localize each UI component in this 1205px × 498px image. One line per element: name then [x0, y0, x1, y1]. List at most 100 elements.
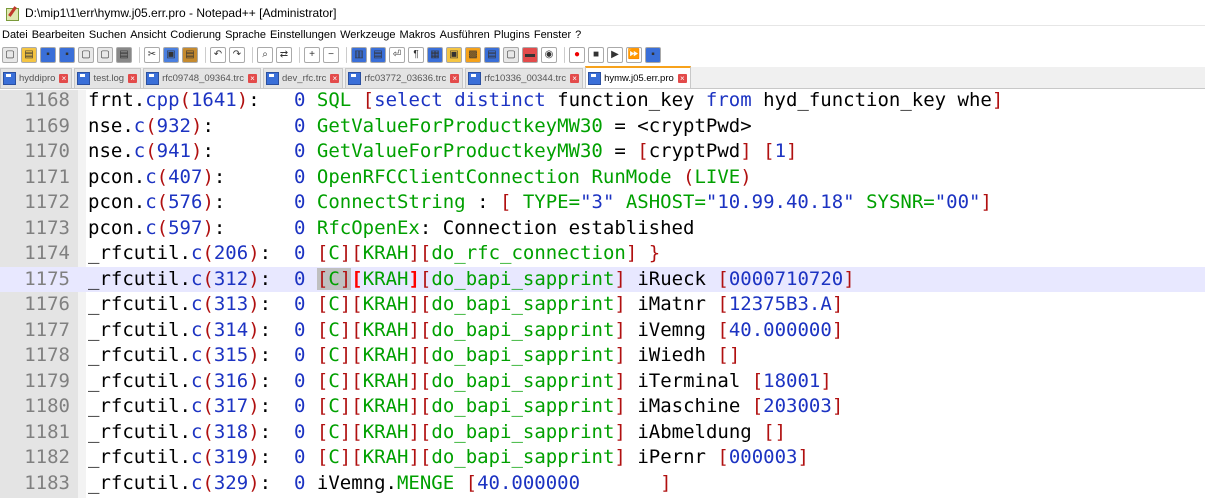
menu-item-8[interactable]: Makros [400, 29, 436, 41]
line-number: 1180 [24, 395, 70, 417]
save-macro-icon[interactable]: ▪ [645, 47, 661, 63]
menu-item-10[interactable]: Plugins [494, 29, 530, 41]
tab-bar: hyddipro × test.log × rfc09748_09364.trc × dev… [0, 66, 1205, 89]
close-icon[interactable]: ▢ [78, 47, 94, 63]
menu-item-0[interactable]: Datei [2, 29, 28, 41]
stop-icon[interactable]: ■ [588, 47, 604, 63]
menu-item-1[interactable]: Bearbeiten [32, 29, 85, 41]
toolbar-separator [252, 47, 253, 63]
replace-icon[interactable]: ⇄ [276, 47, 292, 63]
find-icon[interactable]: ⌕ [257, 47, 273, 63]
tab-close-icon[interactable]: × [330, 74, 340, 83]
folder-workspace-icon[interactable]: ▢ [503, 47, 519, 63]
tab-1[interactable]: test.log × [74, 68, 142, 88]
menu-item-2[interactable]: Suchen [89, 29, 126, 41]
tab-label: dev_rfc.trc [281, 73, 327, 84]
paste-icon[interactable]: ▤ [182, 47, 198, 63]
menu-item-4[interactable]: Codierung [170, 29, 221, 41]
menu-bar: Datei Bearbeiten Suchen Ansicht Codierung Spr… [0, 26, 1205, 44]
tab-close-icon[interactable]: × [450, 74, 460, 83]
sync-h-icon[interactable]: ▤ [370, 47, 386, 63]
tab-6[interactable]: hymw.j05.err.pro × [585, 66, 691, 88]
line-text: frnt.cpp(1641): 0 SQL [select distinct f… [88, 90, 1003, 114]
toolbar-separator [564, 47, 565, 63]
tab-3[interactable]: dev_rfc.trc × [262, 68, 344, 88]
line-text: _rfcutil.c(206): 0 [C][KRAH][do_rfc_conn… [88, 241, 660, 267]
print-icon[interactable]: ▤ [116, 47, 132, 63]
code-line[interactable]: 1173 pcon.c(597): 0 RfcOpenEx: Connection… [0, 216, 1205, 242]
window-title: D:\mip1\1\err\hymw.j05.err.pro - Notepad… [25, 5, 337, 20]
undo-icon[interactable]: ↶ [210, 47, 226, 63]
monitor-icon[interactable]: ▬ [522, 47, 538, 63]
save-all-icon[interactable]: ▪ [59, 47, 75, 63]
code-line[interactable]: 1180 _rfcutil.c(317): 0 [C][KRAH][do_bapi… [0, 394, 1205, 420]
menu-item-5[interactable]: Sprache [225, 29, 266, 41]
tab-close-icon[interactable]: × [247, 74, 257, 83]
trace-message: ConnectString : [ TYPE="3" ASHOST="10.99… [316, 191, 992, 213]
code-line[interactable]: 1177 _rfcutil.c(314): 0 [C][KRAH][do_bapi… [0, 318, 1205, 344]
code-line[interactable]: 1168 frnt.cpp(1641): 0 SQL [select distin… [0, 90, 1205, 114]
code-line[interactable]: 1178 _rfcutil.c(315): 0 [C][KRAH][do_bapi… [0, 343, 1205, 369]
toolbar: ▢ ▤ ▪ ▪ ▢ ▢ ▤ ✂ ▣ ▤ ↶ ↷ ⌕ ⇄ + − ▥ ▤ ⏎ ¶ ▦ ▣ ▩ ▤ ▢ ▬ ◉ ● ■ ▶ ⏩ ▪ [0, 44, 1205, 66]
eye-icon[interactable]: ◉ [541, 47, 557, 63]
tab-close-icon[interactable]: × [128, 74, 138, 83]
trace-message: [C][KRAH][do_bapi_sapprint] iMatnr [1237… [316, 293, 844, 315]
code-line[interactable]: 1174 _rfcutil.c(206): 0 [C][KRAH][do_rfc_… [0, 241, 1205, 267]
sync-v-icon[interactable]: ▥ [351, 47, 367, 63]
code-line[interactable]: 1175 _rfcutil.c(312): 0 [C][KRAH][do_bapi… [0, 266, 1205, 292]
tab-close-icon[interactable]: × [570, 74, 580, 83]
source-location: _rfcutil.c(316): [88, 369, 272, 392]
source-location: pcon.c(597): [88, 216, 226, 239]
code-line[interactable]: 1181 _rfcutil.c(318): 0 [C][KRAH][do_bapi… [0, 420, 1205, 446]
line-number: 1178 [24, 344, 70, 366]
toolbar-separator [299, 47, 300, 63]
play-multi-icon[interactable]: ⏩ [626, 47, 642, 63]
code-line[interactable]: 1172 pcon.c(576): 0 ConnectString : [ TYP… [0, 190, 1205, 216]
tab-4[interactable]: rfc03772_03636.trc × [345, 68, 464, 88]
redo-icon[interactable]: ↷ [229, 47, 245, 63]
wrap-icon[interactable]: ⏎ [389, 47, 405, 63]
menu-item-7[interactable]: Werkzeuge [340, 29, 395, 41]
indent-guide-icon[interactable]: ▦ [427, 47, 443, 63]
tab-close-icon[interactable]: × [677, 73, 687, 83]
line-number: 1173 [24, 216, 70, 239]
func-list-icon[interactable]: ▤ [484, 47, 500, 63]
tab-2[interactable]: rfc09748_09364.trc × [143, 68, 261, 88]
trace-message: GetValueForProductkeyMW30 = [cryptPwd] [… [316, 140, 798, 162]
open-file-icon[interactable]: ▤ [21, 47, 37, 63]
source-location: _rfcutil.c(329): [88, 471, 272, 494]
line-text: pcon.c(407): 0 OpenRFCClientConnection R… [88, 165, 752, 191]
record-icon[interactable]: ● [569, 47, 585, 63]
code-line[interactable]: 1171 pcon.c(407): 0 OpenRFCClientConnecti… [0, 165, 1205, 191]
zoom-out-icon[interactable]: − [323, 47, 339, 63]
tab-label: hymw.j05.err.pro [604, 72, 674, 84]
save-icon[interactable]: ▪ [40, 47, 56, 63]
cut-icon[interactable]: ✂ [144, 47, 160, 63]
code-line[interactable]: 1169 nse.c(932): 0 GetValueForProductkeyM… [0, 114, 1205, 140]
tab-label: rfc03772_03636.trc [364, 73, 447, 84]
menu-item-6[interactable]: Einstellungen [270, 29, 336, 41]
source-location: _rfcutil.c(206): [88, 242, 272, 264]
zoom-in-icon[interactable]: + [304, 47, 320, 63]
all-chars-icon[interactable]: ¶ [408, 47, 424, 63]
copy-icon[interactable]: ▣ [163, 47, 179, 63]
line-number: 1179 [24, 369, 70, 392]
menu-item-9[interactable]: Ausführen [440, 29, 490, 41]
tab-close-icon[interactable]: × [59, 74, 69, 83]
close-all-icon[interactable]: ▢ [97, 47, 113, 63]
tab-5[interactable]: rfc10336_00344.trc × [465, 68, 584, 88]
doc-map-icon[interactable]: ▩ [465, 47, 481, 63]
code-line[interactable]: 1179 _rfcutil.c(316): 0 [C][KRAH][do_bapi… [0, 369, 1205, 395]
tab-0[interactable]: hyddipro × [0, 68, 73, 88]
code-line[interactable]: 1176 _rfcutil.c(313): 0 [C][KRAH][do_bapi… [0, 292, 1205, 318]
new-file-icon[interactable]: ▢ [2, 47, 18, 63]
code-line[interactable]: 1183 _rfcutil.c(329): 0 iVemng.MENGE [40.… [0, 471, 1205, 497]
play-icon[interactable]: ▶ [607, 47, 623, 63]
udl-icon[interactable]: ▣ [446, 47, 462, 63]
code-line[interactable]: 1182 _rfcutil.c(319): 0 [C][KRAH][do_bapi… [0, 445, 1205, 471]
menu-item-12[interactable]: ? [575, 29, 581, 41]
menu-item-3[interactable]: Ansicht [130, 29, 166, 41]
code-line[interactable]: 1170 nse.c(941): 0 GetValueForProductkeyM… [0, 139, 1205, 165]
menu-item-11[interactable]: Fenster [534, 29, 571, 41]
editor[interactable]: 1168 frnt.cpp(1641): 0 SQL [select distin… [0, 90, 1205, 498]
